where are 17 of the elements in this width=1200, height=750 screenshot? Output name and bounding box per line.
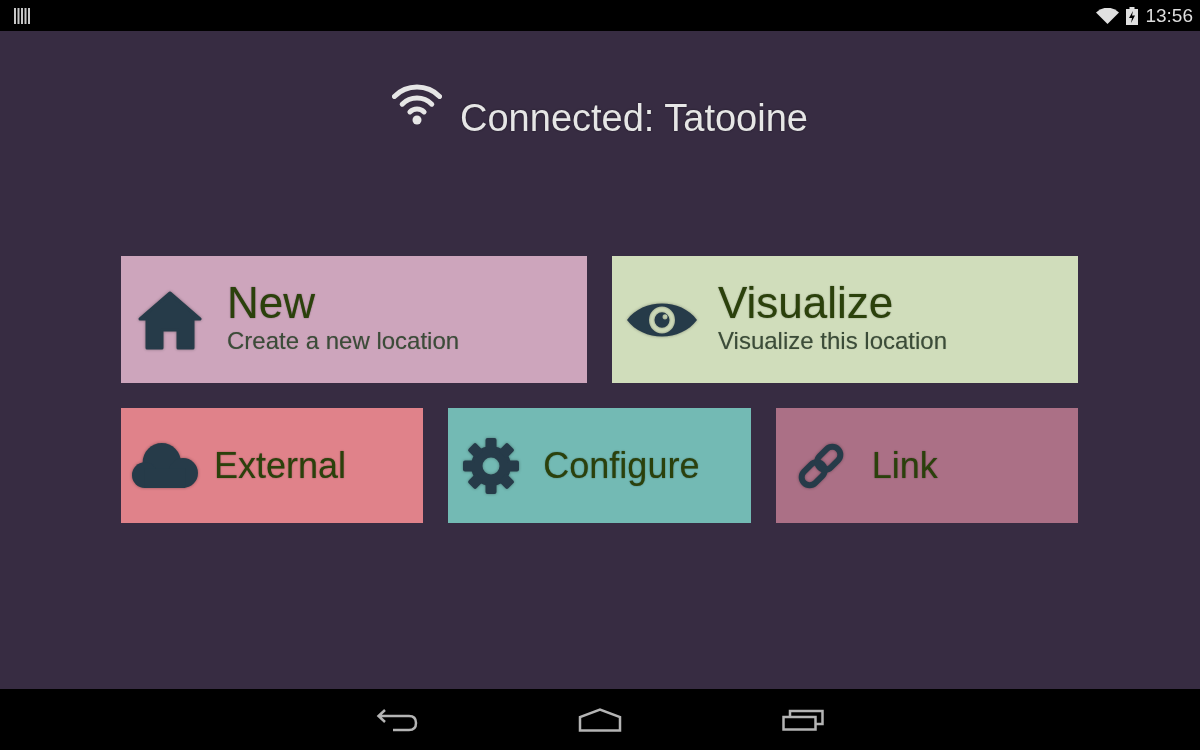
tile-button[interactable]: Visualize Visualize this location xyxy=(612,256,1078,383)
clock-time: 13:56 xyxy=(1145,4,1193,27)
back-icon[interactable] xyxy=(376,707,418,732)
tile-button[interactable]: New Create a new location xyxy=(121,256,587,383)
connection-status: Connected: Tatooine xyxy=(460,96,808,141)
cloud-icon xyxy=(132,443,198,488)
home-icon[interactable] xyxy=(578,707,622,732)
tile-button[interactable]: External xyxy=(121,408,424,523)
gear-icon xyxy=(463,437,520,494)
wifi-icon xyxy=(392,83,443,125)
stripes-icon xyxy=(14,7,30,24)
tile-button[interactable]: Link xyxy=(775,408,1078,523)
recent-apps-icon[interactable] xyxy=(782,708,824,731)
house-icon xyxy=(137,289,203,350)
wifi-icon xyxy=(1096,7,1120,24)
tile-button[interactable]: Configure xyxy=(448,408,751,523)
battery-icon xyxy=(1126,6,1139,25)
